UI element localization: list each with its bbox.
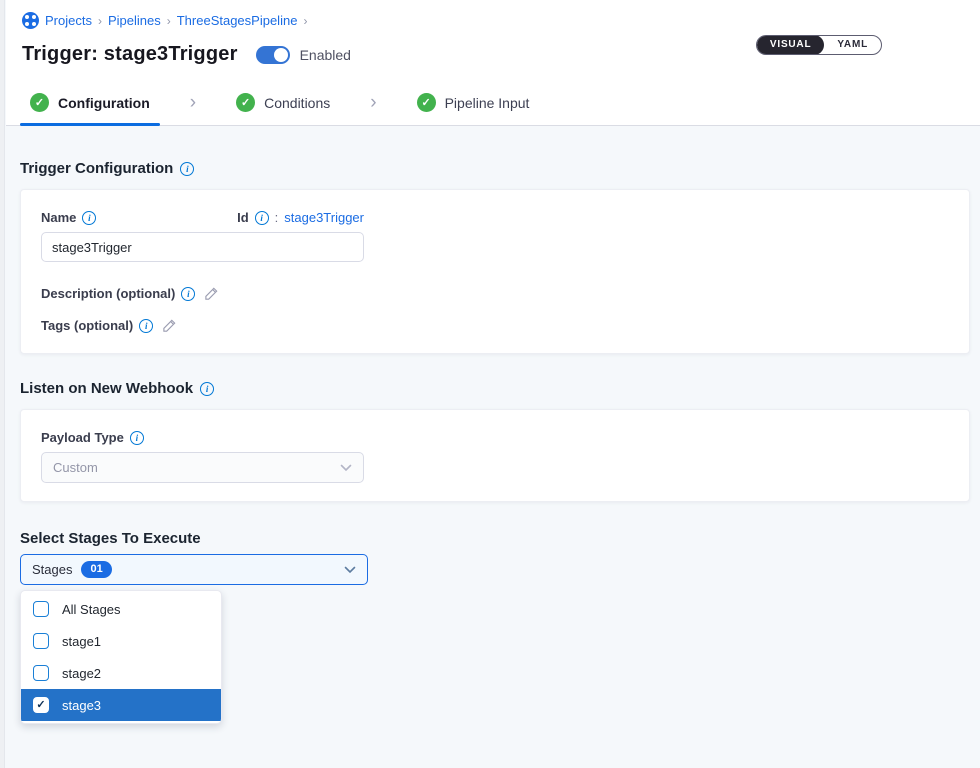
tab-label: Pipeline Input bbox=[445, 95, 530, 111]
breadcrumb-link-projects[interactable]: Projects bbox=[45, 13, 92, 28]
stages-multiselect-field[interactable]: Stages 01 bbox=[20, 554, 368, 585]
tags-row: Tags (optional) i bbox=[41, 318, 949, 333]
visual-toggle-button[interactable]: VISUAL bbox=[757, 35, 824, 55]
info-icon[interactable]: i bbox=[255, 211, 269, 225]
info-icon[interactable]: i bbox=[139, 319, 153, 333]
info-icon[interactable]: i bbox=[200, 382, 214, 396]
chevron-right-icon: › bbox=[370, 92, 376, 114]
check-circle-icon: ✓ bbox=[417, 93, 436, 112]
chevron-right-icon: › bbox=[303, 14, 307, 28]
chevron-right-icon: › bbox=[190, 92, 196, 114]
name-input[interactable] bbox=[41, 232, 364, 262]
wizard-tabbar: ✓ Configuration › ✓ Conditions › ✓ Pipel… bbox=[6, 80, 980, 126]
stages-option-label: stage2 bbox=[62, 666, 101, 681]
tags-label-text: Tags (optional) bbox=[41, 318, 133, 333]
enabled-toggle-wrap: Enabled bbox=[256, 46, 351, 64]
trigger-page: Projects › Pipelines › ThreeStagesPipeli… bbox=[6, 0, 980, 724]
active-tab-underline bbox=[20, 123, 160, 126]
id-value-link[interactable]: stage3Trigger bbox=[284, 210, 364, 225]
tab-label: Configuration bbox=[58, 95, 150, 111]
id-label: Id bbox=[237, 210, 249, 225]
info-icon[interactable]: i bbox=[82, 211, 96, 225]
checkbox-unchecked[interactable] bbox=[33, 601, 49, 617]
edit-pencil-icon[interactable] bbox=[162, 318, 177, 333]
harness-logo-icon[interactable] bbox=[22, 12, 39, 29]
payload-type-label-text: Payload Type bbox=[41, 430, 124, 445]
left-edge-strip bbox=[0, 0, 5, 768]
checkbox-unchecked[interactable] bbox=[33, 665, 49, 681]
stages-option-stage3[interactable]: ✓ stage3 bbox=[21, 689, 221, 721]
breadcrumb: Projects › Pipelines › ThreeStagesPipeli… bbox=[22, 12, 966, 29]
chevron-down-icon bbox=[344, 566, 356, 574]
yaml-toggle-button[interactable]: YAML bbox=[824, 35, 881, 55]
payload-type-value: Custom bbox=[53, 460, 98, 475]
stages-option-stage2[interactable]: stage2 bbox=[21, 657, 221, 689]
tags-label: Tags (optional) i bbox=[41, 318, 153, 333]
page-header: Projects › Pipelines › ThreeStagesPipeli… bbox=[6, 0, 980, 80]
stages-field-label: Stages bbox=[32, 562, 72, 577]
chevron-right-icon: › bbox=[167, 14, 171, 28]
stages-heading: Select Stages To Execute bbox=[20, 530, 970, 547]
description-label: Description (optional) i bbox=[41, 286, 195, 301]
stages-option-label: All Stages bbox=[62, 602, 121, 617]
stages-dropdown-panel: All Stages stage1 stage2 ✓ stage3 bbox=[20, 590, 222, 724]
tab-configuration[interactable]: ✓ Configuration bbox=[20, 80, 160, 125]
trigger-configuration-heading: Trigger Configuration i bbox=[20, 160, 970, 177]
main-content: Trigger Configuration i Name i Id i : st… bbox=[6, 126, 980, 724]
trigger-id: Id i : stage3Trigger bbox=[237, 210, 364, 225]
edit-pencil-icon[interactable] bbox=[204, 286, 219, 301]
stages-option-label: stage3 bbox=[62, 698, 101, 713]
trigger-configuration-card: Name i Id i : stage3Trigger Description … bbox=[20, 189, 970, 354]
payload-type-label: Payload Type i bbox=[41, 430, 949, 445]
stages-option-stage1[interactable]: stage1 bbox=[21, 625, 221, 657]
name-label-text: Name bbox=[41, 210, 76, 225]
name-id-row: Name i Id i : stage3Trigger bbox=[41, 210, 364, 225]
section-heading-text: Trigger Configuration bbox=[20, 160, 173, 177]
enabled-toggle-label: Enabled bbox=[300, 47, 351, 63]
chevron-right-icon: › bbox=[98, 14, 102, 28]
checkbox-checked[interactable]: ✓ bbox=[33, 697, 49, 713]
stages-option-all-stages[interactable]: All Stages bbox=[21, 593, 221, 625]
info-icon[interactable]: i bbox=[130, 431, 144, 445]
enabled-toggle[interactable] bbox=[256, 46, 290, 64]
checkbox-unchecked[interactable] bbox=[33, 633, 49, 649]
tab-label: Conditions bbox=[264, 95, 330, 111]
toggle-knob bbox=[274, 48, 288, 62]
chevron-down-icon bbox=[340, 459, 352, 477]
webhook-heading: Listen on New Webhook i bbox=[20, 380, 970, 397]
payload-type-select[interactable]: Custom bbox=[41, 452, 364, 483]
stages-count-badge: 01 bbox=[81, 561, 111, 578]
visual-yaml-toggle: VISUAL YAML bbox=[756, 35, 882, 55]
tab-conditions[interactable]: ✓ Conditions bbox=[226, 80, 340, 125]
webhook-card: Payload Type i Custom bbox=[20, 409, 970, 502]
id-colon: : bbox=[275, 210, 279, 225]
tab-pipeline-input[interactable]: ✓ Pipeline Input bbox=[407, 80, 540, 125]
name-label: Name i bbox=[41, 210, 96, 225]
description-label-text: Description (optional) bbox=[41, 286, 175, 301]
info-icon[interactable]: i bbox=[180, 162, 194, 176]
page-title: Trigger: stage3Trigger bbox=[22, 43, 238, 66]
check-circle-icon: ✓ bbox=[30, 93, 49, 112]
description-row: Description (optional) i bbox=[41, 286, 949, 301]
info-icon[interactable]: i bbox=[181, 287, 195, 301]
check-circle-icon: ✓ bbox=[236, 93, 255, 112]
section-heading-text: Listen on New Webhook bbox=[20, 380, 193, 397]
breadcrumb-link-pipeline-name[interactable]: ThreeStagesPipeline bbox=[177, 13, 298, 28]
stages-option-label: stage1 bbox=[62, 634, 101, 649]
breadcrumb-link-pipelines[interactable]: Pipelines bbox=[108, 13, 161, 28]
